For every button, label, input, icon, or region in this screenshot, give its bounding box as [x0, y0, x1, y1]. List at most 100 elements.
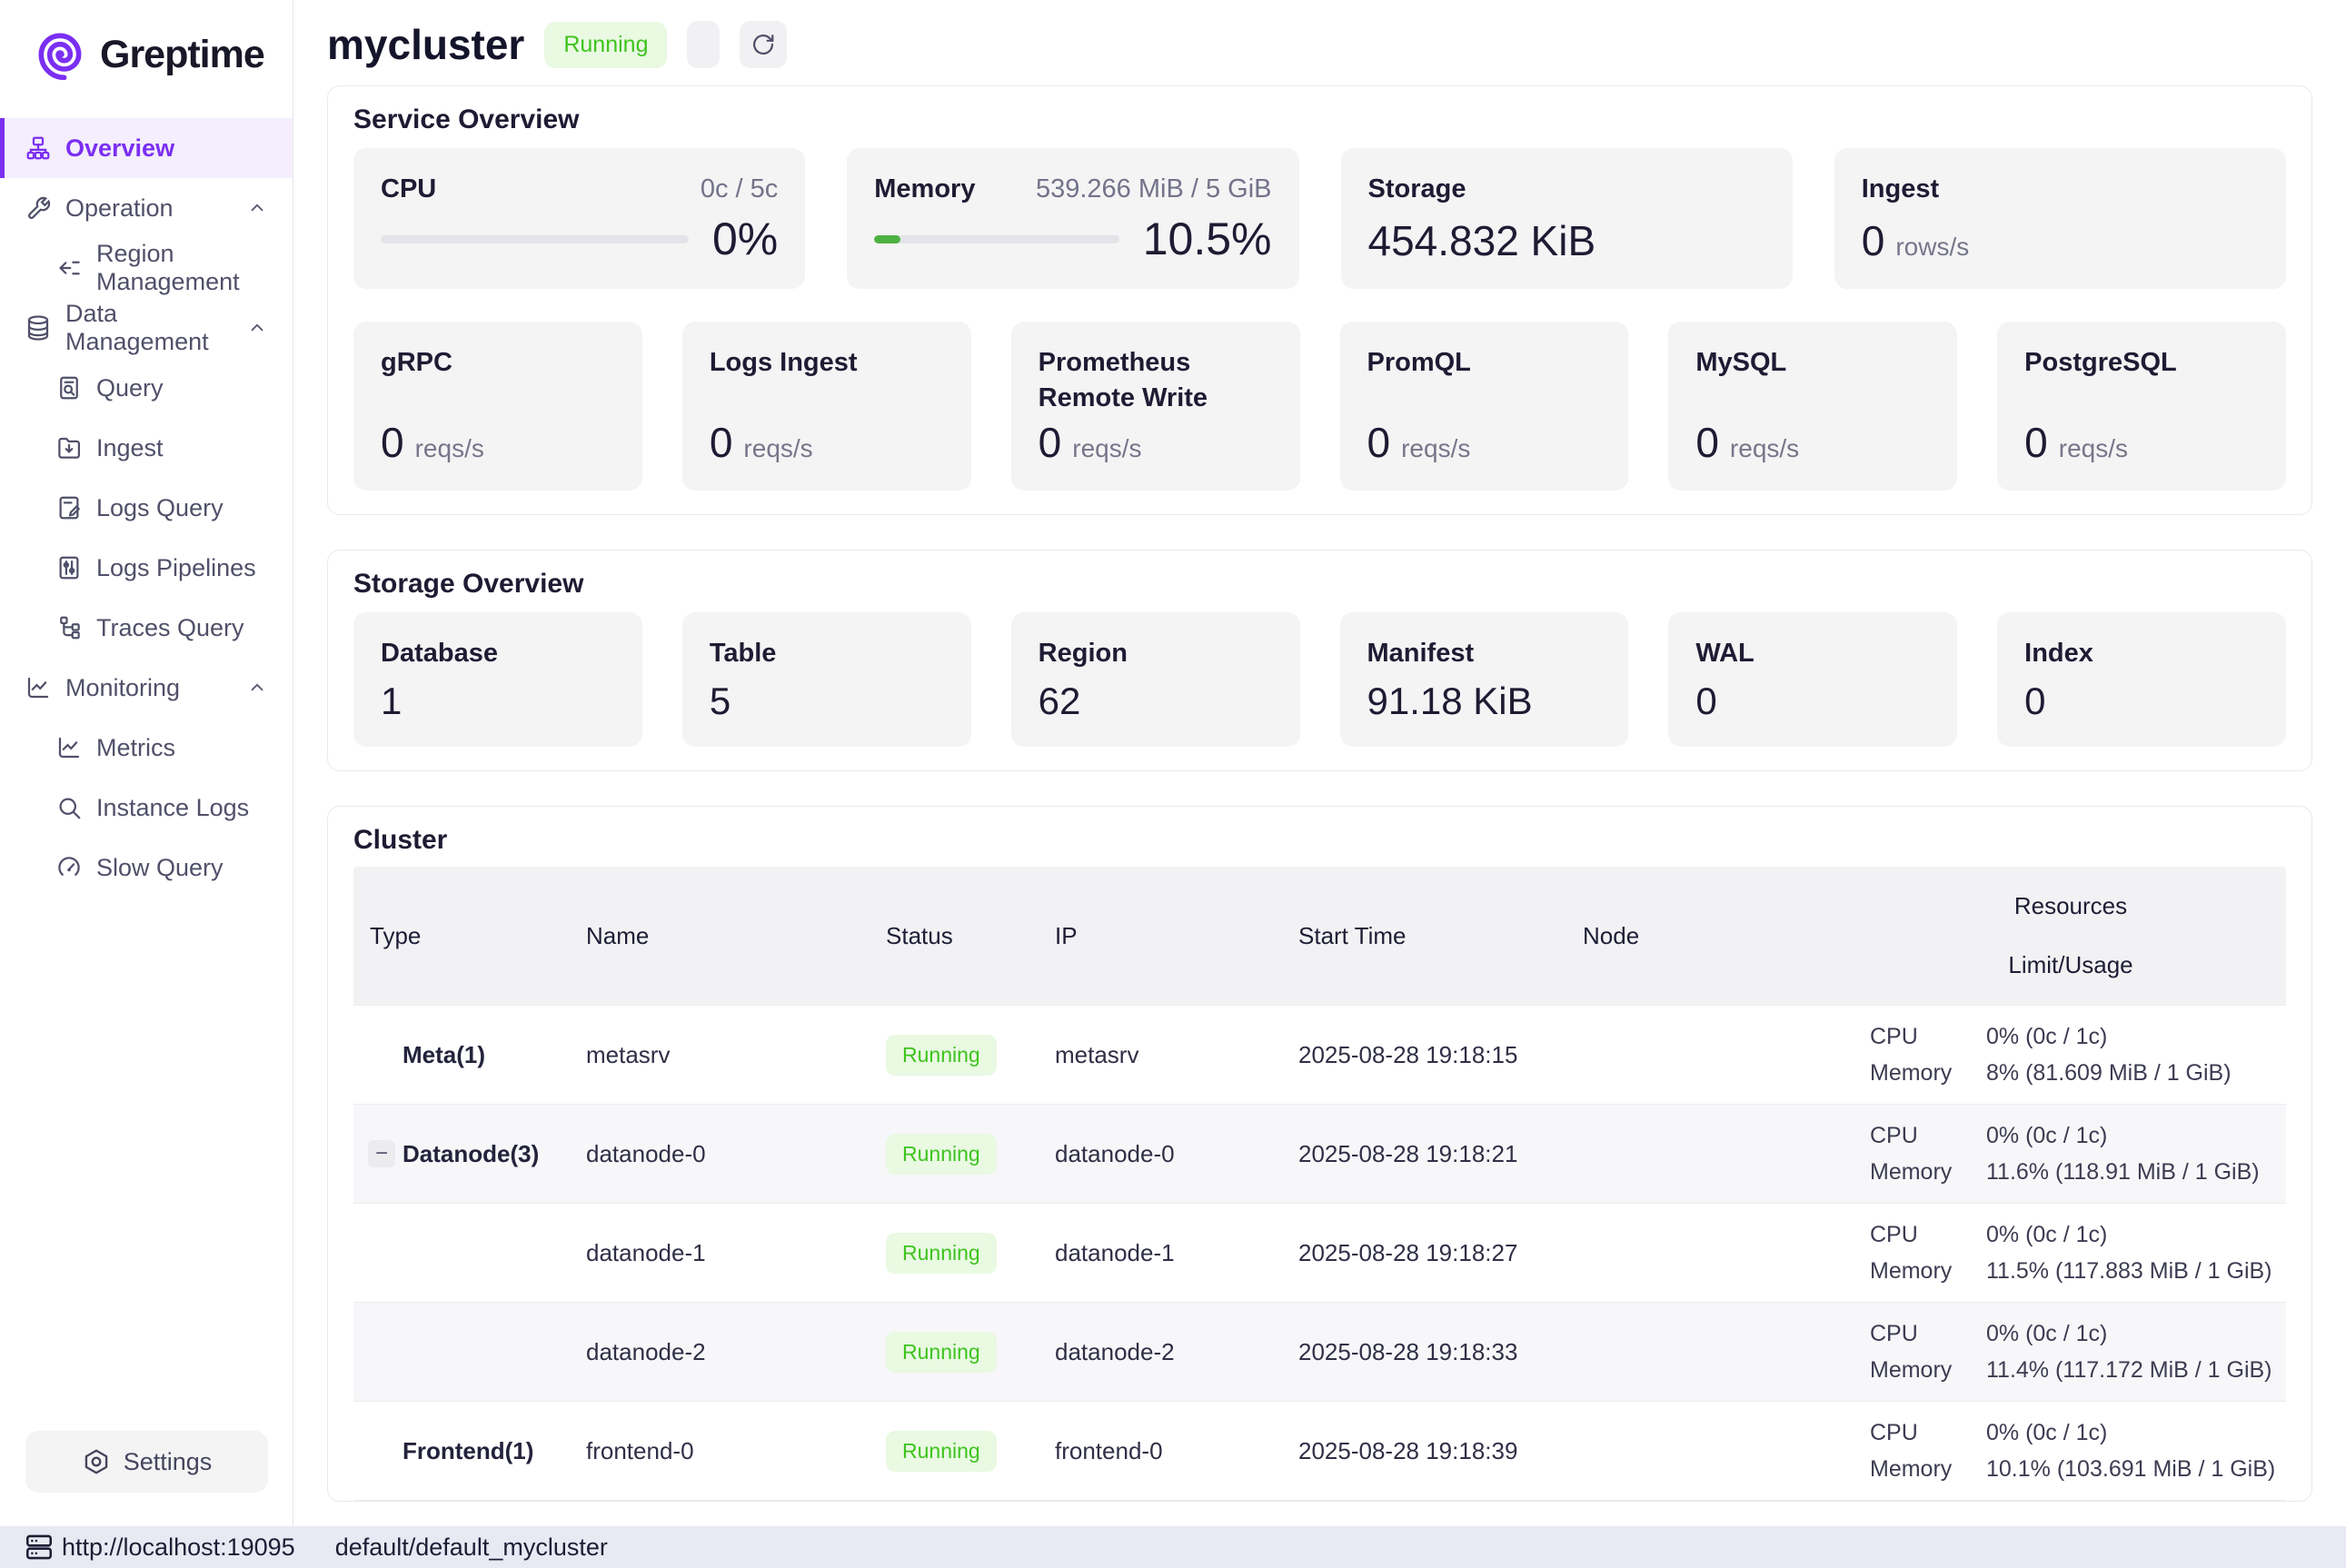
status-badge: Running: [886, 1332, 997, 1373]
sidebar-item-label: Logs Query: [96, 494, 224, 522]
ingest-card: Ingest 0 rows/s: [1834, 148, 2286, 289]
table-row-frontend-0: Frontend(1) frontend-0 Running frontend-…: [353, 1401, 2286, 1500]
sidebar-item-label: Logs Pipelines: [96, 554, 256, 582]
sidebar-item-overview[interactable]: Overview: [0, 118, 293, 178]
greptime-spiral-icon: [31, 25, 89, 84]
brand-logo[interactable]: Greptime: [0, 0, 293, 109]
sidebar-item-region-management[interactable]: Region Management: [0, 238, 293, 298]
current-database: default/default_mycluster: [335, 1533, 608, 1562]
sidebar-item-label: Query: [96, 374, 164, 402]
promql-card: PromQL 0reqs/s: [1340, 322, 1629, 491]
folder-import-icon: [55, 434, 83, 461]
cpu-progress-bar: [381, 235, 689, 243]
cell-name: datanode-1: [586, 1239, 886, 1267]
cell-ip: datanode-2: [1055, 1338, 1298, 1366]
tree-branch-icon: [55, 614, 83, 641]
cell-start-time: 2025-08-28 19:18:21: [1298, 1140, 1583, 1168]
sidebar-item-query[interactable]: Query: [0, 358, 293, 418]
storage-card: Storage 454.832 KiB: [1341, 148, 1793, 289]
line-chart-icon: [25, 674, 52, 701]
chevron-up-icon: [247, 198, 267, 218]
grpc-card: gRPC 0reqs/s: [353, 322, 642, 491]
col-name: Name: [586, 922, 886, 950]
sidebar-item-traces-query[interactable]: Traces Query: [0, 598, 293, 658]
chevron-up-icon: [247, 678, 267, 698]
chevron-up-icon: [247, 318, 267, 338]
sliders-icon: [55, 554, 83, 581]
cell-name: datanode-2: [586, 1338, 886, 1366]
sidebar-group-operation[interactable]: Operation: [0, 178, 293, 238]
table-row-datanode-0: −Datanode(3) datanode-0 Running datanode…: [353, 1104, 2286, 1203]
memory-card: Memory 539.266 MiB / 5 GiB 10.5%: [847, 148, 1298, 289]
col-type: Type: [353, 922, 586, 950]
page-title: mycluster: [327, 20, 524, 69]
memory-percent: 10.5%: [1143, 213, 1272, 265]
table-row-metasrv: Meta(1) metasrv Running metasrv 2025-08-…: [353, 1005, 2286, 1104]
sidebar-item-label: Ingest: [96, 434, 164, 462]
service-overview-panel: Service Overview CPU 0c / 5c 0%: [327, 85, 2312, 515]
section-title: Service Overview: [353, 104, 2286, 135]
cpu-percent: 0%: [712, 213, 778, 265]
card-label: CPU: [381, 172, 436, 207]
wal-card: WAL 0: [1668, 612, 1957, 747]
sidebar-item-label: Overview: [65, 134, 174, 163]
document-pen-icon: [55, 494, 83, 521]
table-row-datanode-2: datanode-2 Running datanode-2 2025-08-28…: [353, 1302, 2286, 1401]
postgresql-card: PostgreSQL 0reqs/s: [1997, 322, 2286, 491]
speedometer-icon: [55, 854, 83, 881]
settings-label: Settings: [124, 1448, 213, 1476]
cell-resources: CPU0% (0c / 1c) Memory8% (81.609 MiB / 1…: [1855, 1006, 2286, 1104]
sidebar-item-label: Data Management: [65, 300, 234, 356]
sidebar-item-slow-query[interactable]: Slow Query: [0, 838, 293, 898]
cell-resources: CPU0% (0c / 1c) Memory11.6% (118.91 MiB …: [1855, 1105, 2286, 1203]
server-icon: [24, 1532, 55, 1563]
collapse-datanode-button[interactable]: −: [368, 1140, 395, 1167]
refresh-button[interactable]: [740, 21, 787, 68]
cell-resources: CPU0% (0c / 1c) Memory10.1% (103.691 MiB…: [1855, 1402, 2286, 1500]
sidebar-item-label: Metrics: [96, 734, 175, 762]
app-window: Greptime Overview Operation Region Manag…: [0, 0, 2346, 1568]
col-status: Status: [886, 922, 1055, 950]
sidebar-nav: Overview Operation Region Management Dat…: [0, 109, 293, 898]
cell-resources: CPU0% (0c / 1c) Memory11.4% (117.172 MiB…: [1855, 1303, 2286, 1401]
sidebar-group-monitoring[interactable]: Monitoring: [0, 658, 293, 718]
sidebar-item-label: Region Management: [96, 240, 293, 296]
ingest-value: 0: [1862, 216, 1885, 265]
card-label: Memory: [874, 172, 975, 207]
connection-url: http://localhost:19095: [62, 1533, 295, 1562]
cluster-table: Type Name Status IP Start Time Node Reso…: [353, 867, 2286, 1501]
cpu-card: CPU 0c / 5c 0%: [353, 148, 805, 289]
status-badge: Running: [886, 1035, 997, 1076]
refresh-icon: [751, 32, 776, 57]
cell-ip: frontend-0: [1055, 1437, 1298, 1465]
cell-start-time: 2025-08-28 19:18:39: [1298, 1437, 1583, 1465]
cpu-limit: 0c / 5c: [701, 174, 778, 204]
cell-name: metasrv: [586, 1041, 886, 1069]
card-label: Ingest: [1862, 172, 2259, 207]
cluster-panel: Cluster Type Name Status IP Start Time N…: [327, 806, 2312, 1502]
main-content: mycluster Running Service Overview CPU 0…: [293, 0, 2346, 1526]
sidebar-item-logs-query[interactable]: Logs Query: [0, 478, 293, 538]
gear-icon: [82, 1447, 111, 1476]
settings-button[interactable]: Settings: [25, 1431, 268, 1493]
table-row-datanode-1: datanode-1 Running datanode-1 2025-08-28…: [353, 1203, 2286, 1302]
cell-start-time: 2025-08-28 19:18:33: [1298, 1338, 1583, 1366]
sidebar: Greptime Overview Operation Region Manag…: [0, 0, 293, 1526]
memory-limit: 539.266 MiB / 5 GiB: [1036, 174, 1272, 204]
cell-resources: CPU0% (0c / 1c) Memory11.5% (117.883 MiB…: [1855, 1204, 2286, 1302]
sitemap-icon: [25, 134, 52, 162]
sidebar-item-ingest[interactable]: Ingest: [0, 418, 293, 478]
sidebar-item-label: Instance Logs: [96, 794, 249, 822]
sidebar-item-instance-logs[interactable]: Instance Logs: [0, 778, 293, 838]
region-card: Region 62: [1011, 612, 1300, 747]
manifest-card: Manifest 91.18 KiB: [1340, 612, 1629, 747]
sidebar-item-metrics[interactable]: Metrics: [0, 718, 293, 778]
sidebar-item-label: Slow Query: [96, 854, 224, 882]
index-card: Index 0: [1997, 612, 2286, 747]
header-extra-button[interactable]: [687, 21, 720, 68]
sidebar-item-logs-pipelines[interactable]: Logs Pipelines: [0, 538, 293, 598]
search-icon: [55, 794, 83, 821]
status-badge: Running: [886, 1431, 997, 1472]
col-start-time: Start Time: [1298, 922, 1583, 950]
sidebar-group-data-management[interactable]: Data Management: [0, 298, 293, 358]
